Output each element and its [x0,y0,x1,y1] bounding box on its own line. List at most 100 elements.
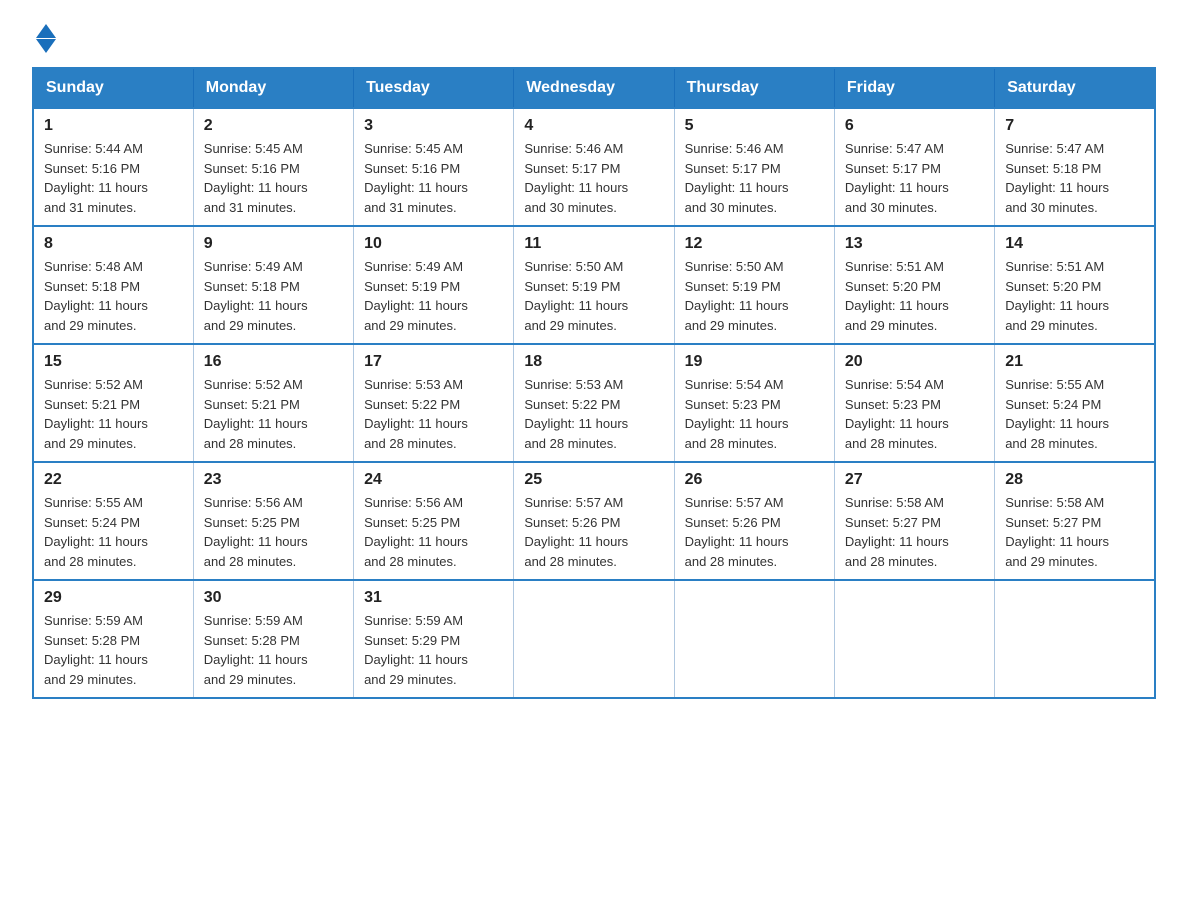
day-info: Sunrise: 5:58 AM Sunset: 5:27 PM Dayligh… [1005,493,1144,571]
calendar-cell: 13 Sunrise: 5:51 AM Sunset: 5:20 PM Dayl… [834,226,994,344]
day-info: Sunrise: 5:45 AM Sunset: 5:16 PM Dayligh… [364,139,503,217]
day-info: Sunrise: 5:53 AM Sunset: 5:22 PM Dayligh… [524,375,663,453]
day-info: Sunrise: 5:45 AM Sunset: 5:16 PM Dayligh… [204,139,343,217]
calendar-cell: 27 Sunrise: 5:58 AM Sunset: 5:27 PM Dayl… [834,462,994,580]
day-number: 30 [204,589,343,607]
day-info: Sunrise: 5:50 AM Sunset: 5:19 PM Dayligh… [685,257,824,335]
week-row-5: 29 Sunrise: 5:59 AM Sunset: 5:28 PM Dayl… [33,580,1155,698]
week-row-4: 22 Sunrise: 5:55 AM Sunset: 5:24 PM Dayl… [33,462,1155,580]
day-info: Sunrise: 5:46 AM Sunset: 5:17 PM Dayligh… [524,139,663,217]
calendar-cell: 14 Sunrise: 5:51 AM Sunset: 5:20 PM Dayl… [995,226,1155,344]
calendar-cell: 25 Sunrise: 5:57 AM Sunset: 5:26 PM Dayl… [514,462,674,580]
day-number: 12 [685,235,824,253]
day-number: 28 [1005,471,1144,489]
weekday-header-tuesday: Tuesday [354,68,514,108]
day-number: 26 [685,471,824,489]
calendar-cell: 5 Sunrise: 5:46 AM Sunset: 5:17 PM Dayli… [674,108,834,226]
calendar-cell: 6 Sunrise: 5:47 AM Sunset: 5:17 PM Dayli… [834,108,994,226]
calendar-cell: 21 Sunrise: 5:55 AM Sunset: 5:24 PM Dayl… [995,344,1155,462]
day-info: Sunrise: 5:49 AM Sunset: 5:18 PM Dayligh… [204,257,343,335]
calendar-cell: 17 Sunrise: 5:53 AM Sunset: 5:22 PM Dayl… [354,344,514,462]
week-row-1: 1 Sunrise: 5:44 AM Sunset: 5:16 PM Dayli… [33,108,1155,226]
day-number: 10 [364,235,503,253]
calendar-cell: 31 Sunrise: 5:59 AM Sunset: 5:29 PM Dayl… [354,580,514,698]
day-info: Sunrise: 5:51 AM Sunset: 5:20 PM Dayligh… [1005,257,1144,335]
day-number: 4 [524,117,663,135]
day-info: Sunrise: 5:57 AM Sunset: 5:26 PM Dayligh… [685,493,824,571]
day-number: 11 [524,235,663,253]
calendar-cell: 29 Sunrise: 5:59 AM Sunset: 5:28 PM Dayl… [33,580,193,698]
calendar-cell: 30 Sunrise: 5:59 AM Sunset: 5:28 PM Dayl… [193,580,353,698]
calendar-table: SundayMondayTuesdayWednesdayThursdayFrid… [32,67,1156,699]
day-number: 22 [44,471,183,489]
day-info: Sunrise: 5:54 AM Sunset: 5:23 PM Dayligh… [845,375,984,453]
day-number: 8 [44,235,183,253]
calendar-cell [514,580,674,698]
week-row-2: 8 Sunrise: 5:48 AM Sunset: 5:18 PM Dayli… [33,226,1155,344]
day-number: 21 [1005,353,1144,371]
calendar-cell: 23 Sunrise: 5:56 AM Sunset: 5:25 PM Dayl… [193,462,353,580]
calendar-cell: 20 Sunrise: 5:54 AM Sunset: 5:23 PM Dayl… [834,344,994,462]
day-number: 17 [364,353,503,371]
day-info: Sunrise: 5:49 AM Sunset: 5:19 PM Dayligh… [364,257,503,335]
calendar-cell [674,580,834,698]
calendar-cell: 3 Sunrise: 5:45 AM Sunset: 5:16 PM Dayli… [354,108,514,226]
day-info: Sunrise: 5:59 AM Sunset: 5:28 PM Dayligh… [204,611,343,689]
day-number: 13 [845,235,984,253]
day-info: Sunrise: 5:52 AM Sunset: 5:21 PM Dayligh… [204,375,343,453]
calendar-cell: 4 Sunrise: 5:46 AM Sunset: 5:17 PM Dayli… [514,108,674,226]
calendar-cell [995,580,1155,698]
day-info: Sunrise: 5:55 AM Sunset: 5:24 PM Dayligh… [44,493,183,571]
day-info: Sunrise: 5:53 AM Sunset: 5:22 PM Dayligh… [364,375,503,453]
weekday-header-wednesday: Wednesday [514,68,674,108]
day-info: Sunrise: 5:59 AM Sunset: 5:29 PM Dayligh… [364,611,503,689]
calendar-cell: 19 Sunrise: 5:54 AM Sunset: 5:23 PM Dayl… [674,344,834,462]
day-number: 16 [204,353,343,371]
calendar-cell: 11 Sunrise: 5:50 AM Sunset: 5:19 PM Dayl… [514,226,674,344]
day-number: 5 [685,117,824,135]
day-number: 18 [524,353,663,371]
calendar-cell [834,580,994,698]
day-info: Sunrise: 5:47 AM Sunset: 5:17 PM Dayligh… [845,139,984,217]
weekday-header-friday: Friday [834,68,994,108]
weekday-header-sunday: Sunday [33,68,193,108]
calendar-cell: 24 Sunrise: 5:56 AM Sunset: 5:25 PM Dayl… [354,462,514,580]
day-info: Sunrise: 5:48 AM Sunset: 5:18 PM Dayligh… [44,257,183,335]
calendar-cell: 7 Sunrise: 5:47 AM Sunset: 5:18 PM Dayli… [995,108,1155,226]
day-info: Sunrise: 5:47 AM Sunset: 5:18 PM Dayligh… [1005,139,1144,217]
calendar-cell: 26 Sunrise: 5:57 AM Sunset: 5:26 PM Dayl… [674,462,834,580]
day-number: 3 [364,117,503,135]
day-info: Sunrise: 5:51 AM Sunset: 5:20 PM Dayligh… [845,257,984,335]
calendar-cell: 18 Sunrise: 5:53 AM Sunset: 5:22 PM Dayl… [514,344,674,462]
day-info: Sunrise: 5:56 AM Sunset: 5:25 PM Dayligh… [204,493,343,571]
day-info: Sunrise: 5:50 AM Sunset: 5:19 PM Dayligh… [524,257,663,335]
day-info: Sunrise: 5:52 AM Sunset: 5:21 PM Dayligh… [44,375,183,453]
calendar-cell: 9 Sunrise: 5:49 AM Sunset: 5:18 PM Dayli… [193,226,353,344]
calendar-cell: 10 Sunrise: 5:49 AM Sunset: 5:19 PM Dayl… [354,226,514,344]
day-number: 23 [204,471,343,489]
calendar-cell: 22 Sunrise: 5:55 AM Sunset: 5:24 PM Dayl… [33,462,193,580]
day-info: Sunrise: 5:54 AM Sunset: 5:23 PM Dayligh… [685,375,824,453]
day-number: 9 [204,235,343,253]
day-number: 29 [44,589,183,607]
day-number: 15 [44,353,183,371]
day-info: Sunrise: 5:46 AM Sunset: 5:17 PM Dayligh… [685,139,824,217]
day-number: 27 [845,471,984,489]
day-number: 19 [685,353,824,371]
day-info: Sunrise: 5:58 AM Sunset: 5:27 PM Dayligh… [845,493,984,571]
day-number: 7 [1005,117,1144,135]
logo [32,24,56,47]
calendar-cell: 1 Sunrise: 5:44 AM Sunset: 5:16 PM Dayli… [33,108,193,226]
calendar-cell: 8 Sunrise: 5:48 AM Sunset: 5:18 PM Dayli… [33,226,193,344]
day-info: Sunrise: 5:55 AM Sunset: 5:24 PM Dayligh… [1005,375,1144,453]
week-row-3: 15 Sunrise: 5:52 AM Sunset: 5:21 PM Dayl… [33,344,1155,462]
logo-arrow-down [36,39,56,53]
weekday-header-saturday: Saturday [995,68,1155,108]
weekday-header-row: SundayMondayTuesdayWednesdayThursdayFrid… [33,68,1155,108]
calendar-cell: 12 Sunrise: 5:50 AM Sunset: 5:19 PM Dayl… [674,226,834,344]
calendar-cell: 2 Sunrise: 5:45 AM Sunset: 5:16 PM Dayli… [193,108,353,226]
day-info: Sunrise: 5:56 AM Sunset: 5:25 PM Dayligh… [364,493,503,571]
calendar-cell: 16 Sunrise: 5:52 AM Sunset: 5:21 PM Dayl… [193,344,353,462]
day-info: Sunrise: 5:57 AM Sunset: 5:26 PM Dayligh… [524,493,663,571]
day-number: 25 [524,471,663,489]
